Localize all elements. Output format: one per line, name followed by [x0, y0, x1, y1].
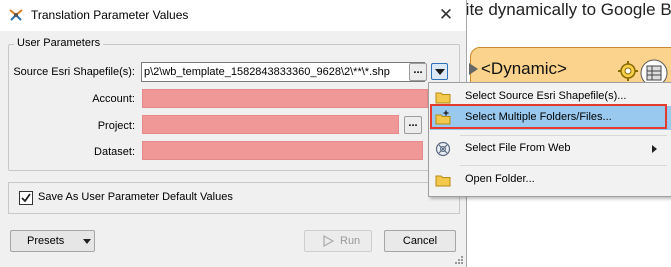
group-title: User Parameters — [14, 37, 104, 49]
account-input[interactable] — [142, 89, 428, 108]
menu-item-open-folder[interactable]: Open Folder... — [430, 168, 671, 192]
browse-shapefile-button[interactable]: ... — [409, 63, 427, 81]
cancel-button[interactable]: Cancel — [384, 230, 456, 252]
play-icon — [323, 235, 334, 247]
close-button[interactable]: ✕ — [428, 2, 464, 28]
dataset-input[interactable] — [142, 141, 423, 160]
resize-grip-icon[interactable] — [452, 253, 464, 265]
checkmark-icon — [21, 193, 31, 203]
source-options-dropdown-button[interactable] — [431, 63, 448, 80]
chevron-right-icon — [652, 145, 657, 153]
menu-separator — [460, 165, 667, 166]
run-button[interactable]: Run — [304, 230, 372, 252]
source-shapefile-input[interactable]: p\2\wb_template_1582843833360_9628\2\**\… — [141, 62, 425, 82]
source-shapefile-label: Source Esri Shapefile(s): — [13, 66, 135, 78]
workspace-annotation: rite dynamically to Google B — [466, 0, 671, 19]
menu-item-select-web[interactable]: Select File From Web — [430, 137, 671, 161]
dialog-title: Translation Parameter Values — [31, 8, 189, 22]
menu-item-label: Select Source Esri Shapefile(s)... — [465, 90, 627, 102]
presets-label: Presets — [27, 235, 65, 247]
highlight-callout — [430, 104, 667, 129]
writer-node-title: <Dynamic> — [481, 59, 567, 78]
menu-item-label: Select File From Web — [465, 142, 571, 154]
gear-icon — [618, 61, 638, 81]
node-port-icon — [469, 63, 478, 75]
save-defaults-checkbox[interactable] — [19, 191, 33, 205]
source-options-menu: Select Source Esri Shapefile(s)... Selec… — [428, 82, 671, 197]
presets-button[interactable]: Presets — [10, 230, 95, 252]
menu-separator — [460, 135, 667, 136]
dataset-label: Dataset: — [94, 146, 135, 158]
project-label: Project: — [97, 120, 135, 132]
web-icon — [435, 141, 451, 157]
run-label: Run — [340, 235, 361, 247]
account-label: Account: — [92, 93, 135, 105]
chevron-down-icon — [83, 239, 91, 244]
folder-icon — [435, 92, 451, 104]
project-input[interactable] — [142, 115, 399, 134]
save-defaults-label: Save As User Parameter Default Values — [38, 191, 233, 203]
fme-app-icon — [9, 9, 23, 21]
chevron-down-icon — [435, 69, 445, 75]
title-bar: Translation Parameter Values ✕ — [0, 0, 466, 31]
browse-project-button[interactable]: ... — [404, 116, 422, 134]
menu-item-label: Open Folder... — [465, 173, 535, 185]
folder-icon — [435, 175, 451, 187]
translation-parameters-dialog: Translation Parameter Values ✕ User Para… — [0, 0, 467, 267]
